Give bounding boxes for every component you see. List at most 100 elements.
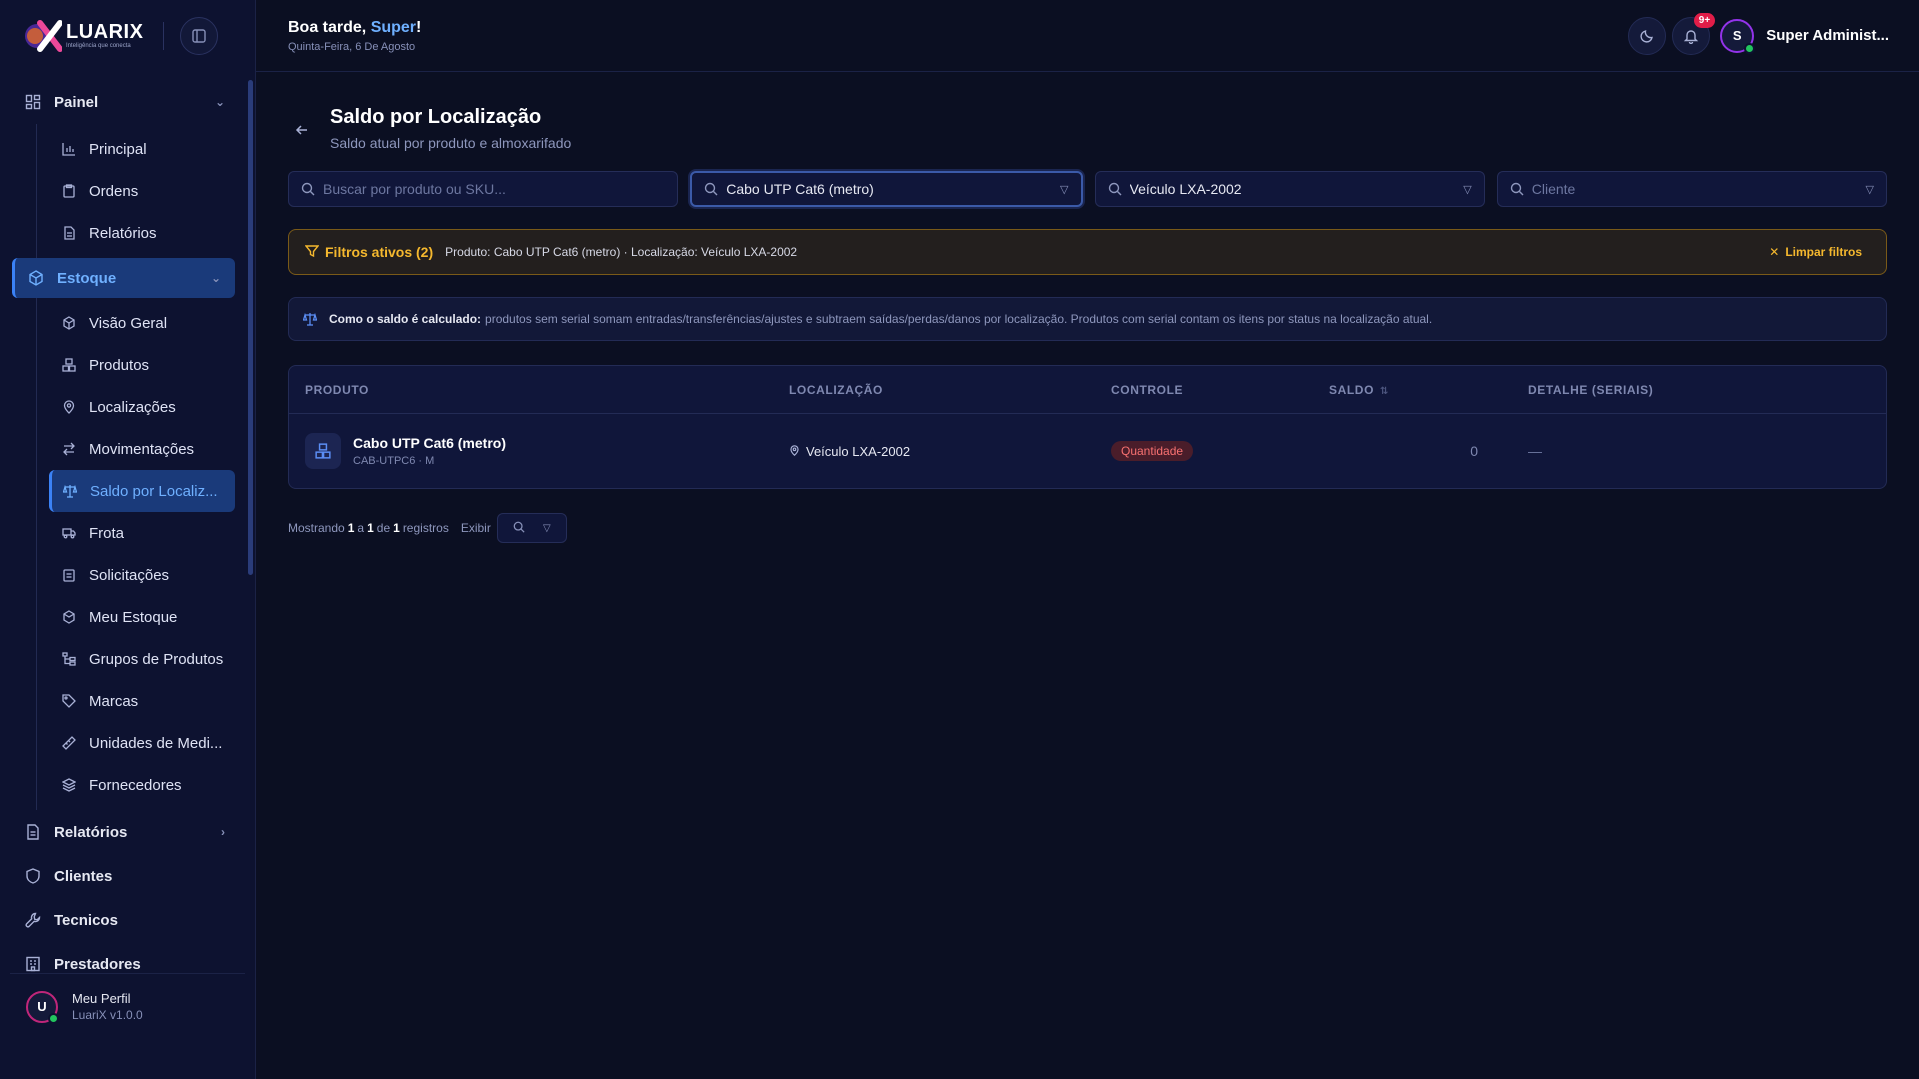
column-header-saldo-wrap[interactable]: SALDO ⇅ <box>1329 383 1528 397</box>
sort-icon: ⇅ <box>1380 385 1389 397</box>
cube-icon <box>61 315 77 331</box>
package-icon <box>61 609 77 625</box>
product-sku: CAB-UTPC6 · M <box>353 455 435 467</box>
arrow-left-icon <box>295 125 307 135</box>
wrench-icon <box>24 911 42 929</box>
info-text: produtos sem serial somam entradas/trans… <box>485 312 1433 326</box>
moon-icon <box>1640 29 1654 43</box>
theme-toggle-button[interactable] <box>1628 16 1667 55</box>
info-label: Como o saldo é calculado: <box>329 312 482 326</box>
sidebar-group-prestadores[interactable]: Prestadores <box>0 942 255 974</box>
header-divider <box>163 22 165 50</box>
product-filter-value: Cabo UTP Cat6 (metro) <box>726 181 874 197</box>
sidebar-item-saldo-por-localizacao[interactable]: Saldo por Localiz... <box>49 470 235 512</box>
tag-icon <box>61 693 77 709</box>
layers-icon <box>61 777 77 793</box>
sidebar-item-localizacoes[interactable]: Localizações <box>37 386 235 428</box>
avatar-letter: S <box>1732 28 1742 43</box>
notifications-badge: 9+ <box>1693 12 1716 28</box>
sidebar-group-tecnicos[interactable]: Tecnicos <box>0 898 255 942</box>
sidebar-item-unidades-de-medida[interactable]: Unidades de Medi... <box>37 722 235 764</box>
sidebar-item-label: Fornecedores <box>89 776 182 794</box>
profile-footer[interactable]: U Meu Perfil LuariX v1.0.0 <box>10 973 245 1039</box>
back-button[interactable] <box>288 116 316 144</box>
close-icon: ✕ <box>1769 245 1780 259</box>
sidebar-group-label: Prestadores <box>54 955 141 973</box>
scale-icon <box>303 312 317 326</box>
greeting-line: Boa tarde, Super! <box>288 19 1622 37</box>
sidebar-item-movimentacoes[interactable]: Movimentações <box>37 428 235 470</box>
profile-name: Meu Perfil <box>72 991 131 1006</box>
column-header-localizacao[interactable]: LOCALIZAÇÃO <box>789 383 1111 397</box>
greeting: Boa tarde, Super! Quinta-Feira, 6 De Ago… <box>288 19 1622 53</box>
brand-tagline: Inteligência que conecta <box>66 43 131 49</box>
sidebar-item-marcas[interactable]: Marcas <box>37 680 235 722</box>
sidebar-item-principal[interactable]: Principal <box>37 128 235 170</box>
boxes-icon <box>305 433 341 469</box>
sidebar-item-label: Visão Geral <box>89 314 168 332</box>
sidebar-item-label: Principal <box>89 140 147 158</box>
boxes-icon <box>61 357 77 373</box>
client-filter-select[interactable]: Cliente ▽ <box>1496 171 1887 207</box>
greeting-suffix: ! <box>416 18 422 36</box>
user-menu[interactable]: S Super Administ... <box>1720 18 1889 54</box>
pager-from: 1 <box>347 521 355 535</box>
sidebar-item-label: Unidades de Medi... <box>89 734 223 752</box>
brand-logo[interactable]: LUARIX Inteligência que conecta <box>22 19 143 53</box>
column-header-detalhe[interactable]: DETALHE (SERIAIS) <box>1528 383 1886 397</box>
pager-total: 1 <box>393 521 400 535</box>
sidebar-group-label: Painel <box>54 93 99 111</box>
clear-filters-button[interactable]: ✕ Limpar filtros <box>1769 245 1862 259</box>
ruler-icon <box>61 735 77 751</box>
map-pin-icon <box>789 444 800 459</box>
page-subtitle: Saldo atual por produto e almoxarifado <box>330 135 572 151</box>
sidebar-item-fornecedores[interactable]: Fornecedores <box>37 764 235 806</box>
sidebar-item-relatorios-painel[interactable]: Relatórios <box>37 212 235 254</box>
chevron-down-icon: ▽ <box>543 522 551 534</box>
sidebar-item-ordens[interactable]: Ordens <box>37 170 235 212</box>
product-filter-select[interactable]: Cabo UTP Cat6 (metro) ▽ <box>690 171 1083 207</box>
sidebar-group-clientes[interactable]: Clientes <box>0 854 255 898</box>
sidebar-group-estoque[interactable]: Estoque ⌄ <box>12 258 235 298</box>
row-location: Veículo LXA-2002 <box>806 443 911 459</box>
row-saldo: 0 <box>1470 443 1478 459</box>
sidebar-item-label: Relatórios <box>89 224 157 242</box>
sidebar-item-produtos[interactable]: Produtos <box>37 344 235 386</box>
column-header-produto[interactable]: PRODUTO <box>289 383 789 397</box>
table-row[interactable]: Cabo UTP Cat6 (metro) CAB-UTPC6 · M Veíc… <box>289 414 1886 488</box>
filter-bar: Buscar por produto ou SKU... Cabo UTP Ca… <box>288 171 1887 207</box>
search-icon <box>301 182 315 196</box>
sidebar-header: LUARIX Inteligência que conecta <box>0 0 255 72</box>
search-input[interactable]: Buscar por produto ou SKU... <box>288 171 679 207</box>
scale-icon <box>62 483 78 499</box>
filter-icon <box>304 244 320 261</box>
active-filters-bar: Filtros ativos (2) Produto: Cabo UTP Cat… <box>288 229 1887 275</box>
pager-sep1: a <box>357 521 365 535</box>
sidebar-item-grupos-de-produtos[interactable]: Grupos de Produtos <box>37 638 235 680</box>
sidebar-group-label: Tecnicos <box>54 911 118 929</box>
greeting-name: Super <box>370 18 417 36</box>
page-size-select[interactable]: ▽ <box>496 513 567 543</box>
column-header-controle[interactable]: CONTROLE <box>1111 383 1329 397</box>
calculation-info: Como o saldo é calculado: produtos sem s… <box>288 297 1887 341</box>
location-filter-select[interactable]: Veículo LXA-2002 ▽ <box>1094 171 1485 207</box>
sidebar-item-label: Movimentações <box>89 440 195 458</box>
collapse-sidebar-button[interactable] <box>180 17 219 55</box>
sidebar-group-relatorios[interactable]: Relatórios › <box>0 810 255 854</box>
chevron-down-icon: ▽ <box>1865 183 1874 196</box>
sidebar: LUARIX Inteligência que conecta Painel ⌄ <box>0 0 256 1079</box>
sidebar-item-label: Meu Estoque <box>89 608 178 626</box>
sidebar-group-painel[interactable]: Painel ⌄ <box>0 80 255 124</box>
page-title: Saldo por Localização <box>330 106 542 128</box>
sidebar-item-meu-estoque[interactable]: Meu Estoque <box>37 596 235 638</box>
sidebar-item-visao-geral[interactable]: Visão Geral <box>37 302 235 344</box>
sidebar-item-solicitacoes[interactable]: Solicitações <box>37 554 235 596</box>
document-icon <box>61 225 77 241</box>
search-icon <box>1108 182 1122 196</box>
sidebar-item-label: Marcas <box>89 692 139 710</box>
topbar: Boa tarde, Super! Quinta-Feira, 6 De Ago… <box>256 0 1919 72</box>
notifications-button[interactable]: 9+ <box>1672 12 1716 55</box>
truck-icon <box>61 525 77 541</box>
sidebar-item-frota[interactable]: Frota <box>37 512 235 554</box>
arrows-swap-icon <box>61 441 77 457</box>
